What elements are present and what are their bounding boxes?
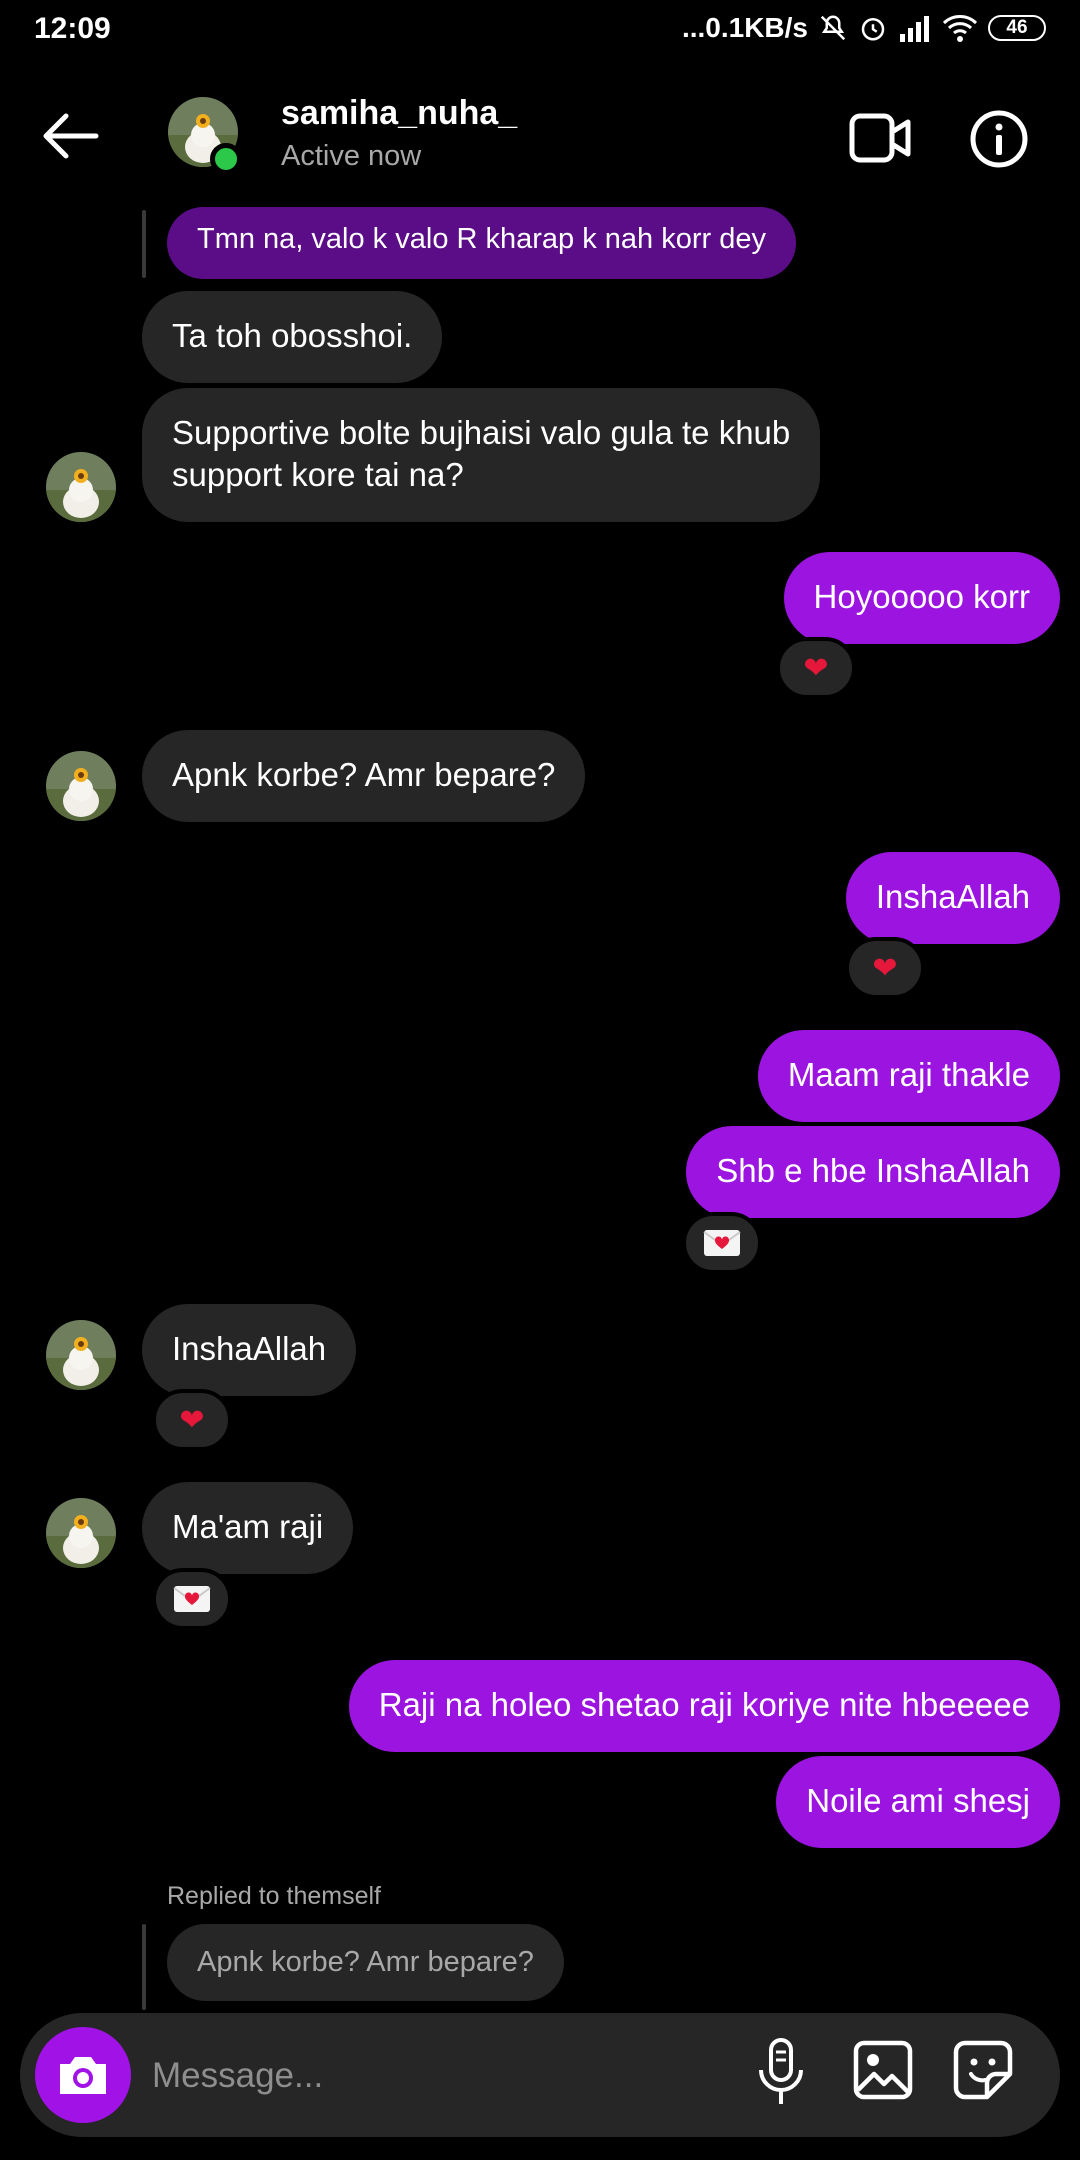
sender-avatar[interactable]	[46, 452, 116, 522]
replied-message-quote[interactable]: Apnk korbe? Amr bepare?	[167, 1924, 564, 2001]
reply-thread-line	[142, 210, 146, 278]
sent-message[interactable]: InshaAllah	[845, 852, 1060, 944]
reply-thread-line	[142, 1924, 146, 2010]
status-bar-icons: ...0.1KB/s 46	[682, 12, 1046, 44]
status-time: 12:09	[34, 12, 111, 45]
love-letter-reaction[interactable]	[152, 1568, 232, 1630]
wifi-icon	[942, 15, 978, 42]
camera-icon	[60, 2057, 106, 2094]
heart-icon: ❤	[179, 1403, 205, 1437]
microphone-icon[interactable]	[756, 2036, 806, 2110]
sent-message[interactable]: Noile ami shesj	[776, 1756, 1060, 1848]
replied-message-quote[interactable]: Tmn na, valo k valo R kharap k nah korr …	[167, 207, 796, 279]
received-message[interactable]: Ma'am raji	[142, 1482, 354, 1574]
video-call-icon[interactable]	[848, 110, 912, 166]
reply-context-label: Replied to themself	[167, 1882, 382, 1910]
received-message[interactable]: InshaAllah	[142, 1304, 357, 1396]
gallery-icon[interactable]	[853, 2040, 913, 2100]
sent-message[interactable]: Hoyooooo korr	[783, 552, 1060, 644]
sender-avatar[interactable]	[46, 751, 116, 821]
message-line: support kore tai na?	[172, 456, 464, 493]
contact-activity-status: Active now	[281, 140, 422, 172]
battery-indicator: 46	[988, 15, 1046, 41]
heart-icon: ❤	[803, 651, 829, 685]
received-message[interactable]: Ta toh obosshoi.	[142, 291, 443, 383]
love-letter-reaction[interactable]	[682, 1212, 762, 1274]
message-input[interactable]	[150, 2040, 714, 2112]
signal-icon	[900, 16, 929, 42]
heart-icon: ❤	[872, 951, 898, 985]
received-message[interactable]: Apnk korbe? Amr bepare?	[142, 730, 586, 822]
received-message[interactable]: Supportive bolte bujhaisi valo gula te k…	[142, 388, 821, 522]
mute-icon	[820, 15, 846, 41]
back-arrow-icon[interactable]	[40, 108, 100, 164]
camera-button[interactable]	[35, 2027, 131, 2123]
love-letter-icon	[173, 1586, 211, 1612]
heart-reaction[interactable]: ❤	[776, 637, 856, 699]
heart-reaction[interactable]: ❤	[152, 1389, 232, 1451]
info-icon[interactable]	[970, 110, 1028, 168]
message-line: Supportive bolte bujhaisi valo gula te k…	[172, 414, 791, 451]
online-status-dot	[210, 143, 242, 175]
sent-message[interactable]: Shb e hbe InshaAllah	[686, 1126, 1060, 1218]
sent-message[interactable]: Maam raji thakle	[757, 1030, 1060, 1122]
sender-avatar[interactable]	[46, 1320, 116, 1390]
sent-message[interactable]: Raji na holeo shetao raji koriye nite hb…	[348, 1660, 1060, 1752]
contact-name[interactable]: samiha_nuha_	[281, 94, 517, 133]
alarm-icon	[861, 18, 885, 41]
sticker-icon[interactable]	[953, 2040, 1013, 2100]
love-letter-icon	[703, 1230, 741, 1256]
heart-reaction[interactable]: ❤	[845, 937, 925, 999]
sender-avatar[interactable]	[46, 1498, 116, 1568]
network-speed: ...0.1KB/s	[681, 12, 808, 43]
